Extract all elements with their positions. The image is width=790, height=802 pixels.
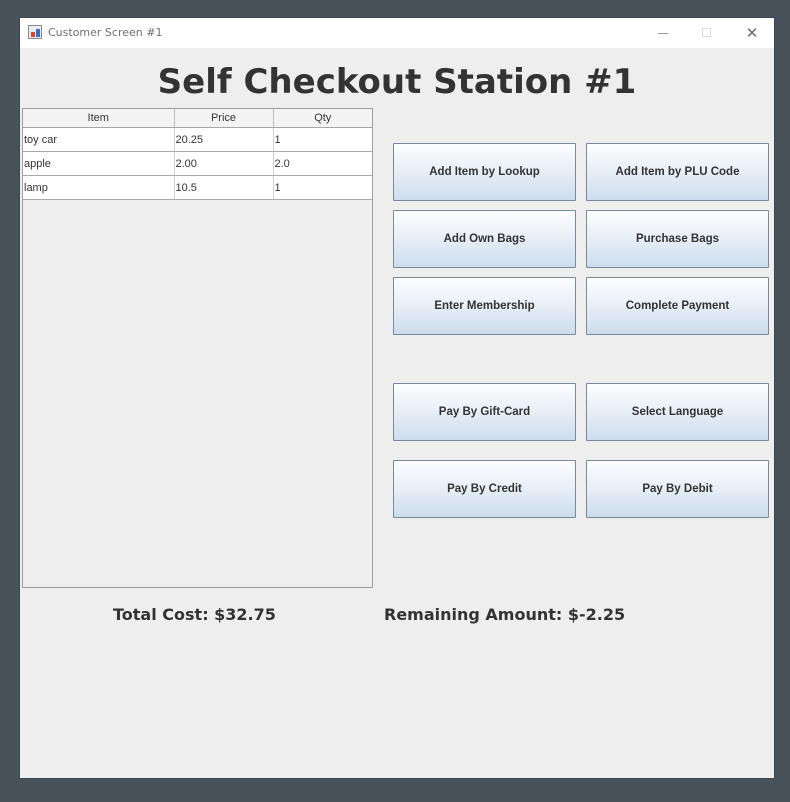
title-bar[interactable]: Customer Screen #1 ✕ xyxy=(20,18,774,48)
complete-payment-button[interactable]: Complete Payment xyxy=(586,277,769,335)
maximize-button[interactable] xyxy=(686,18,730,48)
cell-price[interactable]: 10.5 xyxy=(174,175,274,200)
column-header-qty[interactable]: Qty xyxy=(273,109,372,128)
enter-membership-button[interactable]: Enter Membership xyxy=(393,277,576,335)
cell-item[interactable]: apple xyxy=(23,151,175,176)
cart-table-pane[interactable]: Item Price Qty toy car 20.25 1 apple 2.0… xyxy=(22,108,373,588)
minimize-icon xyxy=(658,33,668,34)
pay-by-credit-button[interactable]: Pay By Credit xyxy=(393,460,576,518)
purchase-bags-button[interactable]: Purchase Bags xyxy=(586,210,769,268)
add-item-by-lookup-button[interactable]: Add Item by Lookup xyxy=(393,143,576,201)
total-cost-label: Total Cost: $32.75 xyxy=(113,605,276,624)
table-row[interactable]: apple 2.00 2.0 xyxy=(23,151,372,176)
cell-price[interactable]: 2.00 xyxy=(174,151,274,176)
customer-screen-window: Customer Screen #1 ✕ Self Checkout Stati… xyxy=(20,18,774,778)
select-language-button[interactable]: Select Language xyxy=(586,383,769,441)
pay-by-gift-card-button[interactable]: Pay By Gift-Card xyxy=(393,383,576,441)
cell-item[interactable]: toy car xyxy=(23,127,175,152)
cell-item[interactable]: lamp xyxy=(23,175,175,200)
cell-qty[interactable]: 2.0 xyxy=(273,151,372,176)
table-row[interactable]: toy car 20.25 1 xyxy=(23,127,372,152)
close-icon: ✕ xyxy=(745,24,759,42)
cell-qty[interactable]: 1 xyxy=(273,127,372,152)
page-title: Self Checkout Station #1 xyxy=(157,62,637,102)
cell-qty[interactable]: 1 xyxy=(273,175,372,200)
cell-price[interactable]: 20.25 xyxy=(174,127,274,152)
table-row[interactable]: lamp 10.5 1 xyxy=(23,175,372,200)
maximize-icon xyxy=(702,28,711,37)
minimize-button[interactable] xyxy=(642,18,686,48)
java-app-icon xyxy=(28,25,42,39)
add-own-bags-button[interactable]: Add Own Bags xyxy=(393,210,576,268)
column-header-item[interactable]: Item xyxy=(23,109,175,128)
close-button[interactable]: ✕ xyxy=(730,18,774,48)
cart-table: Item Price Qty toy car 20.25 1 apple 2.0… xyxy=(23,109,372,200)
add-item-by-plu-code-button[interactable]: Add Item by PLU Code xyxy=(586,143,769,201)
table-header-row: Item Price Qty xyxy=(23,109,372,128)
column-header-price[interactable]: Price xyxy=(174,109,274,128)
window-title: Customer Screen #1 xyxy=(48,26,163,39)
remaining-amount-label: Remaining Amount: $-2.25 xyxy=(384,605,626,624)
pay-by-debit-button[interactable]: Pay By Debit xyxy=(586,460,769,518)
